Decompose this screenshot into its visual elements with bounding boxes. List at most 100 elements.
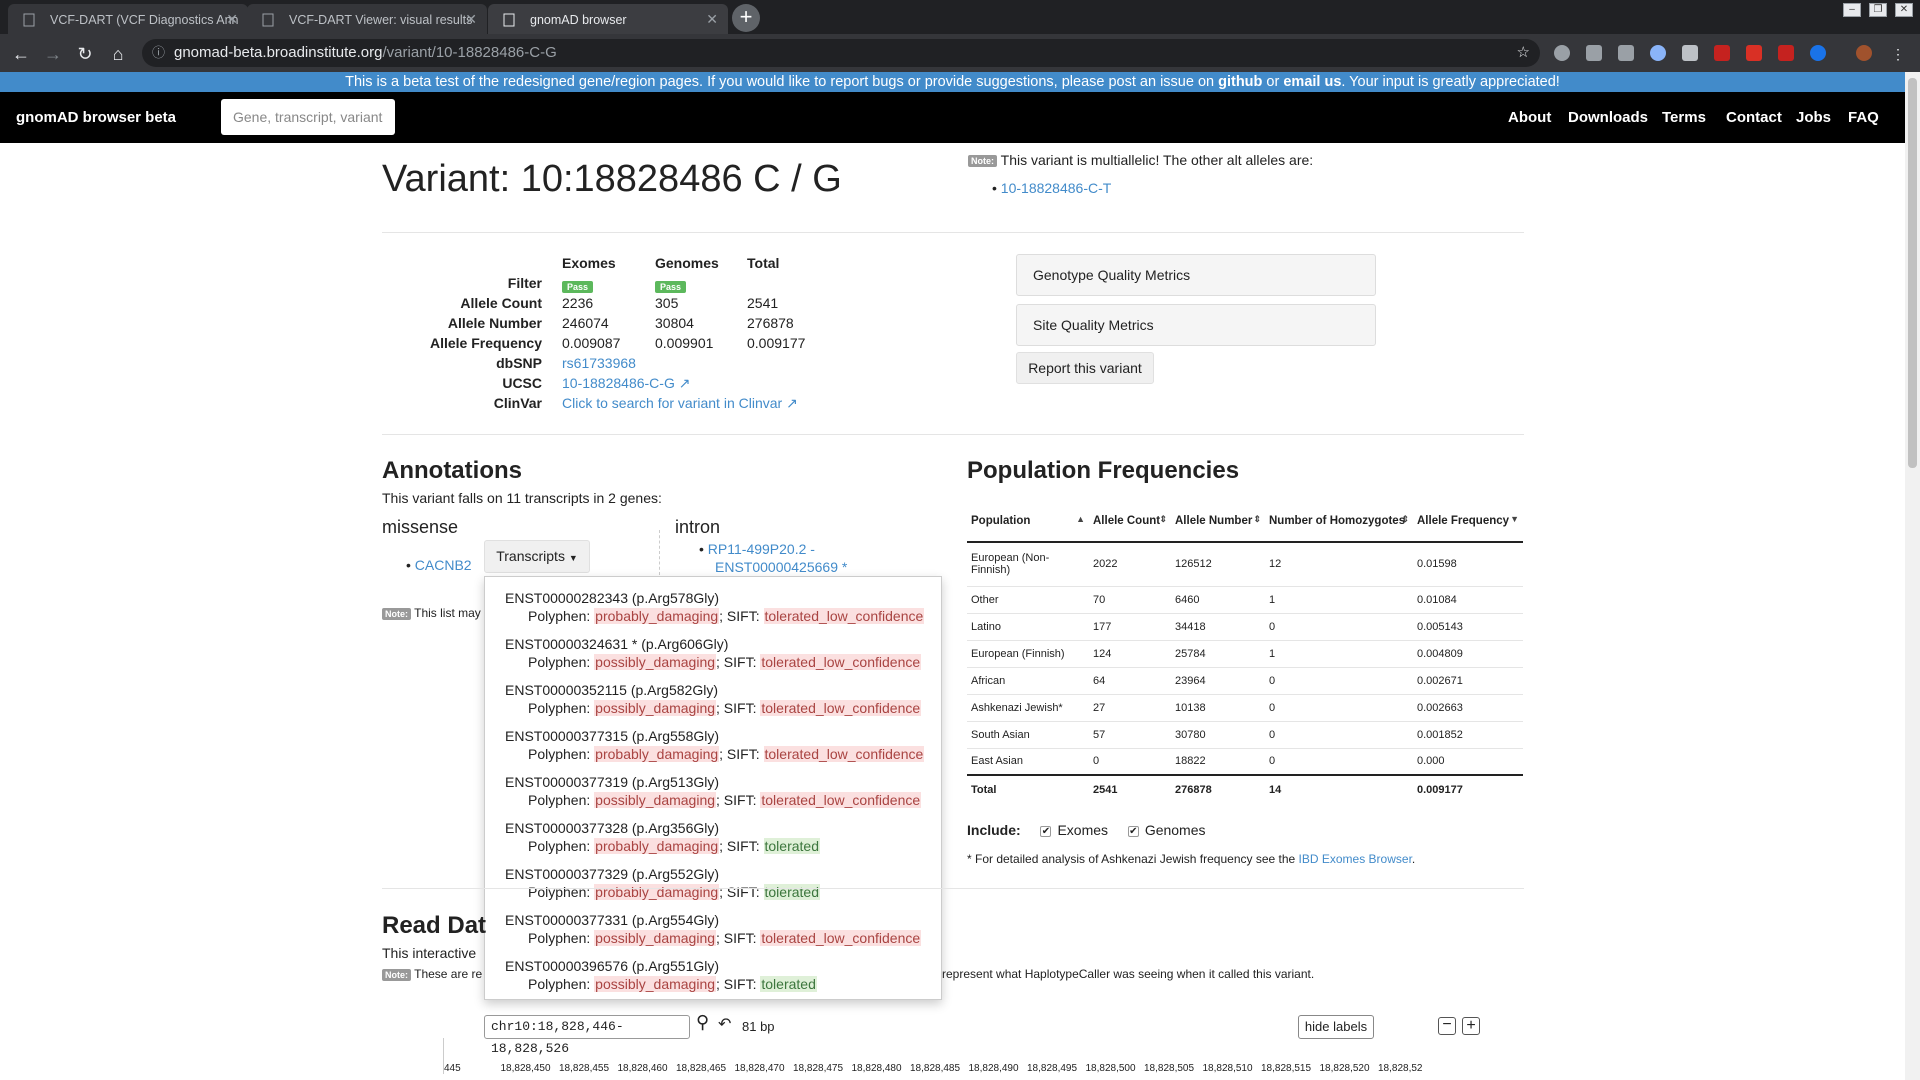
allele-frequency-label: Allele Frequency	[429, 335, 542, 351]
transcript-item[interactable]: ENST00000282343 (p.Arg578Gly) Polyphen: p…	[505, 589, 925, 625]
population-cell: European (Finnish)	[967, 640, 1089, 668]
bookmark-star-icon[interactable]: ☆	[1517, 39, 1530, 67]
nav-contact[interactable]: Contact	[1726, 109, 1782, 126]
report-variant-button[interactable]: Report this variant	[1016, 352, 1154, 384]
browser-tab[interactable]: VCF-DART (VCF Diagnostics Ann ✕	[8, 4, 248, 34]
new-tab-button[interactable]: +	[732, 4, 760, 32]
banner-text: or	[1262, 74, 1284, 90]
nav-faq[interactable]: FAQ	[1848, 109, 1879, 126]
extension-icon[interactable]	[1682, 45, 1698, 61]
transcript-item[interactable]: ENST00000352115 (p.Arg582Gly) Polyphen: p…	[505, 681, 922, 717]
sift-label: ; SIFT:	[719, 746, 764, 762]
address-bar[interactable]: ⓘ gnomad-beta.broadinstitute.org/variant…	[142, 39, 1540, 67]
list-note-text: This list may	[414, 606, 481, 620]
forward-icon[interactable]: →	[41, 42, 65, 66]
transcript-prediction: Polyphen: probably_damaging; SIFT: toler…	[505, 837, 820, 855]
locus-input[interactable]: chr10:18,828,446-18,828,526	[484, 1015, 690, 1056]
include-row: Include: ✔ Exomes ✔ Genomes	[967, 822, 1206, 838]
clinvar-label: ClinVar	[493, 395, 542, 411]
ibd-exomes-link[interactable]: IBD Exomes Browser	[1299, 852, 1412, 866]
extension-icon[interactable]	[1618, 45, 1634, 61]
brand-logo[interactable]: gnomAD browser beta	[16, 109, 176, 126]
browser-tab[interactable]: VCF-DART Viewer: visual results ✕	[247, 4, 487, 34]
back-icon[interactable]: ←	[9, 42, 33, 66]
population-frequencies-table: Population ▲ Allele Count ⇕ Allele Number ⇕…	[967, 500, 1523, 803]
profile-avatar[interactable]	[1856, 45, 1872, 61]
extension-icon[interactable]	[1586, 45, 1602, 61]
transcript-item[interactable]: ENST00000396576 (p.Arg551Gly) Polyphen: p…	[505, 957, 817, 993]
exomes-checkbox[interactable]: ✔	[1040, 825, 1052, 837]
population-total-cell: 0.009177	[1413, 774, 1523, 803]
intron-gene-link[interactable]: RP11-499P20.2 -	[708, 541, 815, 557]
genomes-checkbox[interactable]: ✔	[1127, 825, 1139, 837]
nav-about[interactable]: About	[1508, 109, 1551, 126]
transcript-item[interactable]: ENST00000377315 (p.Arg558Gly) Polyphen: p…	[505, 727, 925, 763]
search-input[interactable]: Gene, transcript, variant	[221, 99, 395, 135]
transcripts-dropdown-button[interactable]: Transcripts ▼	[484, 540, 590, 573]
filter-label: Filter	[507, 275, 542, 291]
other-allele-link[interactable]: 10-18828486-C-T	[1001, 180, 1112, 196]
scrollbar-thumb[interactable]	[1908, 78, 1917, 468]
extension-icon[interactable]	[1746, 45, 1762, 61]
ruler-tick-label: 18,828,475	[793, 1063, 844, 1074]
transcript-item[interactable]: ENST00000377331 (p.Arg554Gly) Polyphen: p…	[505, 911, 922, 947]
extension-icon[interactable]	[1650, 45, 1666, 61]
sort-icon: ⇕	[1253, 514, 1261, 524]
home-icon[interactable]: ⌂	[106, 42, 130, 66]
reload-icon[interactable]: ↻	[73, 42, 97, 66]
transcript-item[interactable]: ENST00000324631 * (p.Arg606Gly) Polyphen:…	[505, 635, 922, 671]
transcript-id: ENST00000324631 * (p.Arg606Gly)	[505, 636, 729, 652]
population-cell: 30780	[1171, 721, 1265, 749]
footnote-text: * For detailed analysis of Ashkenazi Jew…	[967, 852, 1299, 866]
col-header-exomes: Exomes	[562, 255, 616, 271]
extension-icon[interactable]	[1714, 45, 1730, 61]
github-link[interactable]: github	[1218, 74, 1262, 90]
ruler-tick-label: 18,828,490	[968, 1063, 1019, 1074]
url-host: gnomad-beta.broadinstitute.org	[174, 44, 383, 61]
population-total-cell: 14	[1265, 774, 1413, 803]
menu-dots-icon[interactable]: ⋮	[1886, 42, 1910, 66]
population-cell: Other	[967, 586, 1089, 614]
undo-icon[interactable]: ↶	[718, 1014, 731, 1034]
close-tab-icon[interactable]: ✕	[465, 11, 477, 28]
extension-icon[interactable]	[1778, 45, 1794, 61]
col-header-genomes: Genomes	[655, 255, 719, 271]
transcript-item[interactable]: ENST00000377329 (p.Arg552Gly) Polyphen: p…	[505, 865, 820, 901]
close-window-icon[interactable]: ✕	[1895, 3, 1913, 17]
ucsc-link[interactable]: 10-18828486-C-G ↗	[562, 375, 690, 392]
col-header-allele-frequency[interactable]: Allele Frequency ▼	[1413, 500, 1523, 543]
read-data-intro: This interactive	[382, 945, 477, 961]
site-quality-metrics-panel[interactable]: Site Quality Metrics	[1016, 304, 1376, 346]
gene-link[interactable]: CACNB2	[415, 557, 472, 573]
email-link[interactable]: email us	[1283, 74, 1341, 90]
col-header-population[interactable]: Population ▲	[967, 500, 1089, 543]
transcript-item[interactable]: ENST00000377328 (p.Arg356Gly) Polyphen: p…	[505, 819, 820, 855]
ruler-tick-label: 18,828,515	[1261, 1063, 1312, 1074]
col-header-allele-number[interactable]: Allele Number ⇕	[1171, 500, 1265, 543]
close-tab-icon[interactable]: ✕	[706, 11, 718, 28]
zoom-in-icon[interactable]: +	[1462, 1017, 1480, 1035]
restore-icon[interactable]: ❐	[1869, 3, 1887, 17]
col-header-allele-count[interactable]: Allele Count ⇕	[1089, 500, 1171, 543]
extension-icon[interactable]	[1810, 45, 1826, 61]
close-tab-icon[interactable]: ✕	[226, 11, 238, 28]
ruler-tick-label: 18,828,505	[1144, 1063, 1195, 1074]
nav-terms[interactable]: Terms	[1662, 109, 1706, 126]
col-header-homozygotes[interactable]: Number of Homozygotes ⇕	[1265, 500, 1413, 543]
population-cell: 0	[1265, 613, 1413, 641]
dbsnp-link[interactable]: rs61733968	[562, 355, 636, 371]
nav-downloads[interactable]: Downloads	[1568, 109, 1648, 126]
minimize-icon[interactable]: –	[1843, 3, 1861, 17]
hide-labels-button[interactable]: hide labels	[1298, 1015, 1374, 1039]
nav-jobs[interactable]: Jobs	[1796, 109, 1831, 126]
intron-transcript-link[interactable]: ENST00000425669 *	[699, 559, 847, 575]
population-row: East Asian 0 18822 0 0.000	[967, 748, 1523, 776]
extension-icon[interactable]	[1554, 45, 1570, 61]
zoom-out-icon[interactable]: −	[1438, 1017, 1456, 1035]
search-icon[interactable]: ⚲	[696, 1012, 709, 1033]
transcript-id: ENST00000282343 (p.Arg578Gly)	[505, 590, 720, 606]
transcript-item[interactable]: ENST00000377319 (p.Arg513Gly) Polyphen: p…	[505, 773, 922, 809]
clinvar-link[interactable]: Click to search for variant in Clinvar ↗	[562, 395, 798, 412]
genotype-quality-metrics-panel[interactable]: Genotype Quality Metrics	[1016, 254, 1376, 296]
browser-tab-active[interactable]: gnomAD browser ✕	[488, 4, 728, 34]
